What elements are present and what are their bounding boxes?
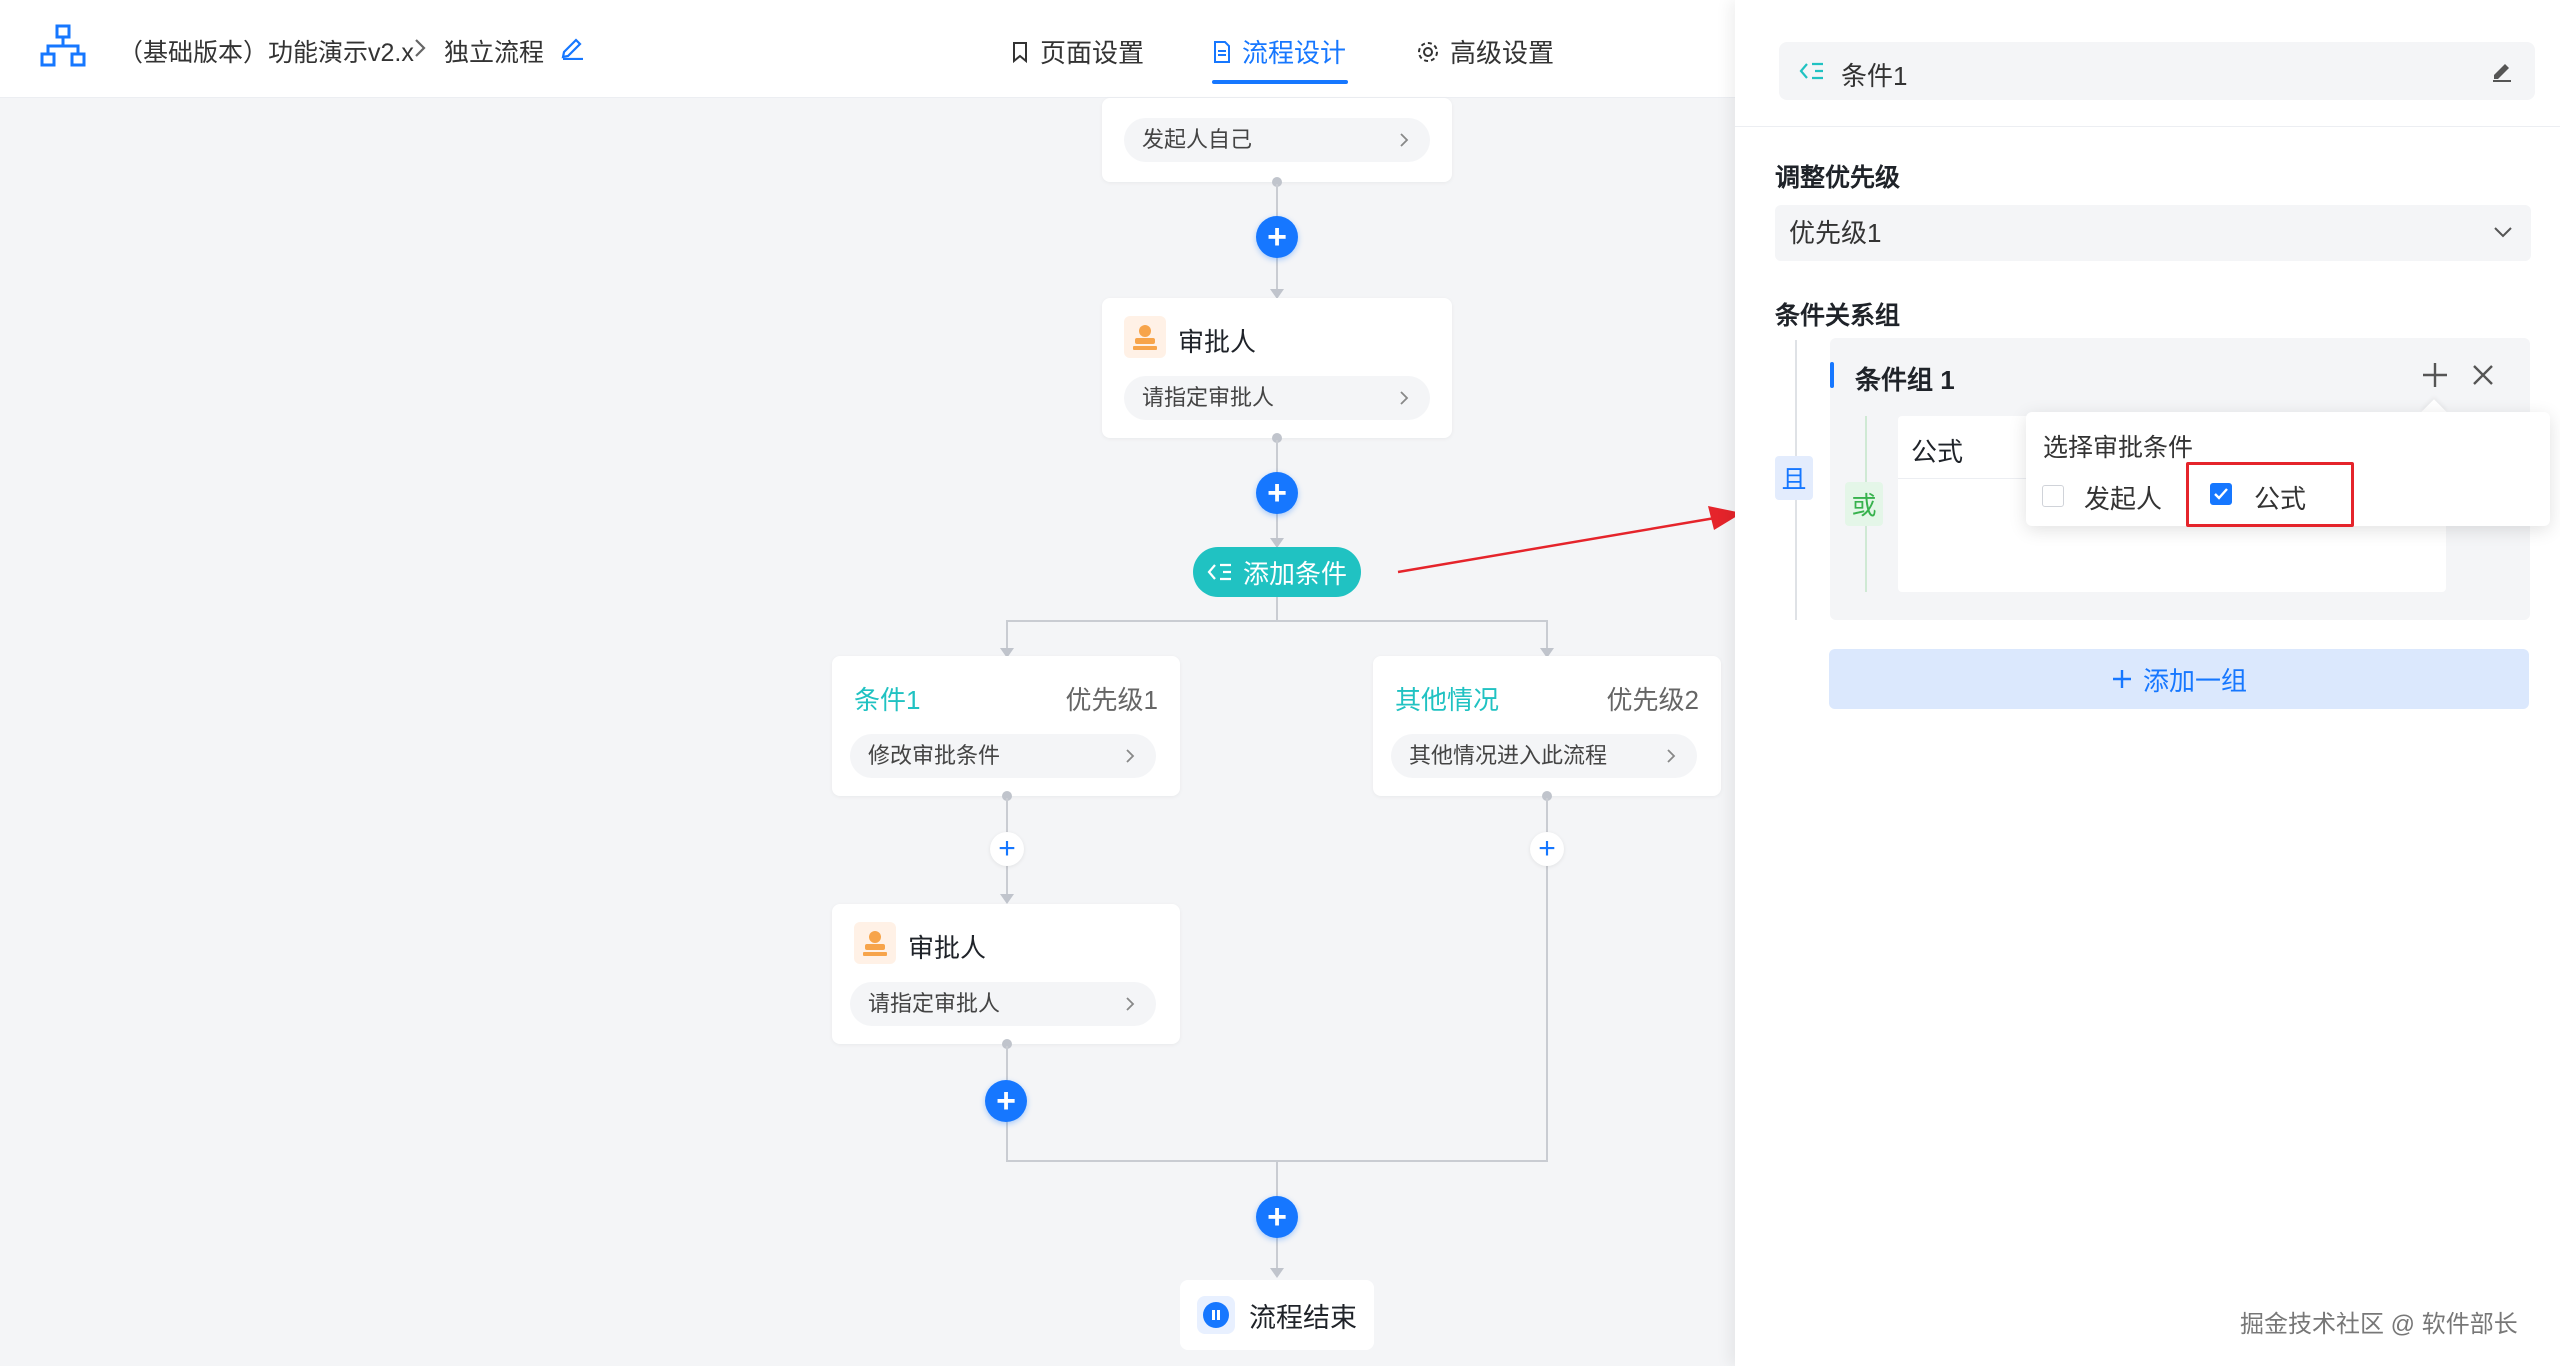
node-title: 审批人 bbox=[908, 933, 987, 963]
tab-page-settings[interactable]: 页面设置 bbox=[1010, 33, 1144, 70]
connector-arrow bbox=[1000, 894, 1014, 904]
add-group-label: 添加一组 bbox=[2142, 665, 2247, 696]
org-chart-icon bbox=[40, 24, 86, 67]
node-title: 审批人 bbox=[1178, 327, 1257, 357]
add-group-button[interactable]: 添加一组 bbox=[1829, 649, 2529, 709]
chevron-right-icon bbox=[1400, 133, 1409, 147]
condition-branch-node[interactable]: 其他情况 优先级2 其他情况进入此流程 bbox=[1373, 656, 1721, 796]
tab-process-design[interactable]: 流程设计 bbox=[1212, 33, 1346, 70]
chevron-right-icon bbox=[415, 39, 426, 57]
approver-node[interactable]: 审批人 请指定审批人 bbox=[1102, 298, 1452, 438]
group-title: 条件组 1 bbox=[1855, 365, 1955, 395]
chevron-right-icon bbox=[1126, 997, 1135, 1011]
approver-stamp-icon bbox=[1124, 316, 1166, 358]
condition-settings-panel: 条件1 调整优先级 优先级1 条件关系组 且 条件组 1 或 公式 添加一组 bbox=[1735, 0, 2560, 1366]
highlight-box bbox=[2186, 462, 2354, 527]
add-node-button[interactable]: + bbox=[1256, 216, 1298, 258]
add-condition-button[interactable]: 添加条件 bbox=[1193, 547, 1361, 597]
node-body[interactable]: 请指定审批人 bbox=[850, 982, 1156, 1026]
branch-priority: 优先级2 bbox=[1606, 685, 1699, 715]
watermark: 掘金技术社区 @ 软件部长 bbox=[2240, 1311, 2518, 1338]
initiator-node[interactable]: 发起人自己 bbox=[1102, 98, 1452, 182]
formula-label: 公式 bbox=[1911, 437, 1964, 467]
chevron-right-icon bbox=[1126, 749, 1135, 763]
edit-pencil-icon[interactable] bbox=[560, 34, 586, 60]
breadcrumb-app[interactable]: （基础版本）功能演示v2.x bbox=[118, 33, 414, 69]
tab-advanced-settings[interactable]: 高级设置 bbox=[1416, 33, 1554, 70]
chevron-right-icon bbox=[1667, 749, 1676, 763]
approver-stamp-icon bbox=[854, 922, 896, 964]
gear-icon bbox=[1418, 41, 1438, 62]
condition-name: 条件1 bbox=[1841, 61, 1908, 91]
add-condition-label: 添加条件 bbox=[1242, 558, 1347, 589]
node-body-text: 请指定审批人 bbox=[1142, 385, 1275, 410]
connector-line bbox=[1276, 597, 1278, 621]
edit-icon[interactable] bbox=[2491, 60, 2513, 82]
tab-label: 页面设置 bbox=[1040, 38, 1145, 68]
close-icon[interactable] bbox=[2470, 362, 2496, 388]
document-icon bbox=[1214, 40, 1230, 63]
or-operator-tag[interactable]: 或 bbox=[1845, 482, 1883, 526]
bookmark-icon bbox=[1013, 41, 1027, 63]
add-node-button[interactable]: + bbox=[990, 832, 1024, 866]
node-body-text: 发起人自己 bbox=[1142, 127, 1253, 152]
add-node-button[interactable]: + bbox=[985, 1080, 1027, 1122]
node-body-text: 其他情况进入此流程 bbox=[1409, 743, 1608, 768]
branch-title: 条件1 bbox=[854, 685, 921, 715]
branch-icon bbox=[1799, 62, 1823, 80]
add-condition-icon[interactable] bbox=[2420, 360, 2450, 390]
node-body[interactable]: 其他情况进入此流程 bbox=[1391, 734, 1697, 778]
initiator-checkbox[interactable] bbox=[2042, 485, 2064, 507]
node-body[interactable]: 修改审批条件 bbox=[850, 734, 1156, 778]
chevron-right-icon bbox=[1400, 391, 1409, 405]
branch-title: 其他情况 bbox=[1395, 685, 1500, 715]
priority-value: 优先级1 bbox=[1789, 218, 1882, 248]
divider bbox=[1735, 126, 2560, 127]
node-body-text: 修改审批条件 bbox=[868, 743, 1001, 768]
priority-select[interactable]: 优先级1 bbox=[1775, 205, 2531, 261]
node-body[interactable]: 请指定审批人 bbox=[1124, 376, 1430, 420]
add-node-button[interactable]: + bbox=[1256, 1196, 1298, 1238]
condition-branch-node[interactable]: 条件1 优先级1 修改审批条件 bbox=[832, 656, 1180, 796]
add-node-button[interactable]: + bbox=[1530, 832, 1564, 866]
group-section-label: 条件关系组 bbox=[1775, 302, 1901, 330]
condition-name-field[interactable]: 条件1 bbox=[1779, 42, 2535, 100]
annotation-arrow bbox=[1397, 506, 1742, 574]
tab-label: 高级设置 bbox=[1450, 38, 1555, 68]
end-node: 流程结束 bbox=[1180, 1280, 1374, 1350]
chevron-down-icon bbox=[2494, 227, 2512, 238]
plus-icon bbox=[2112, 670, 2131, 688]
branch-priority: 优先级1 bbox=[1065, 685, 1158, 715]
stop-icon bbox=[1197, 1296, 1235, 1334]
approver-node[interactable]: 审批人 请指定审批人 bbox=[832, 904, 1180, 1044]
active-tab-indicator bbox=[1212, 80, 1348, 84]
node-body-text: 请指定审批人 bbox=[868, 991, 1001, 1016]
group-accent-bar bbox=[1830, 362, 1834, 388]
add-node-button[interactable]: + bbox=[1256, 472, 1298, 514]
breadcrumb-flow: 独立流程 bbox=[444, 39, 545, 67]
node-body[interactable]: 发起人自己 bbox=[1124, 118, 1430, 162]
initiator-option-label: 发起人 bbox=[2084, 484, 2163, 514]
priority-section-label: 调整优先级 bbox=[1775, 164, 1901, 192]
end-label: 流程结束 bbox=[1249, 1302, 1357, 1333]
connector-arrow bbox=[1270, 1268, 1284, 1278]
branch-icon bbox=[1207, 563, 1231, 581]
tab-label: 流程设计 bbox=[1242, 38, 1347, 68]
popover-title: 选择审批条件 bbox=[2043, 434, 2194, 462]
branch-line bbox=[1006, 620, 1548, 622]
and-operator-tag[interactable]: 且 bbox=[1775, 456, 1813, 500]
